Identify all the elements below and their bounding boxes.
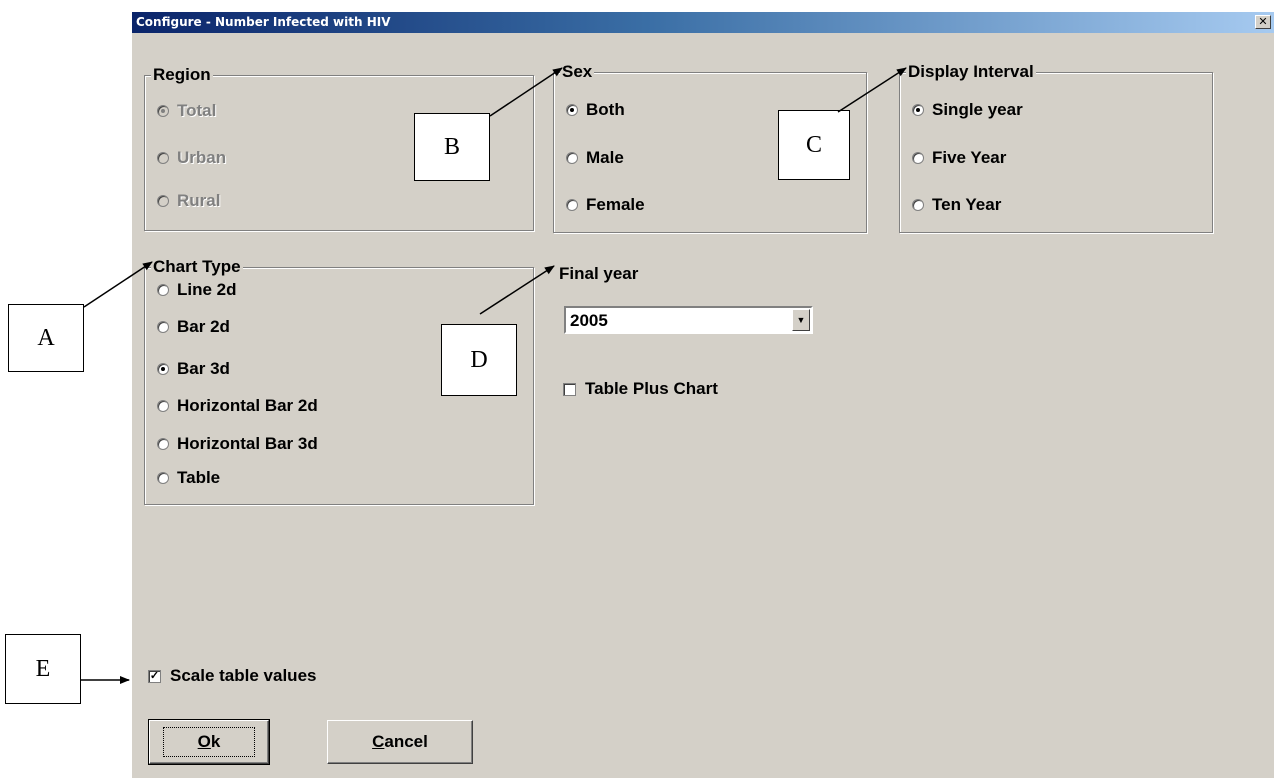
chevron-down-icon[interactable]: ▼ xyxy=(792,309,810,331)
radio-region-rural[interactable]: Rural xyxy=(157,190,220,212)
radio-button-icon xyxy=(566,104,578,116)
radio-button-icon xyxy=(566,152,578,164)
region-group-title: Region xyxy=(151,65,213,84)
checkbox-label: Table Plus Chart xyxy=(585,379,718,398)
callout-a: A xyxy=(8,304,84,372)
radio-interval-five-year[interactable]: Five Year xyxy=(912,147,1006,169)
final-year-value: 2005 xyxy=(570,311,608,330)
radio-button-icon xyxy=(157,321,169,333)
radio-label: Bar 3d xyxy=(177,359,230,378)
radio-chart-line-2d[interactable]: Line 2d xyxy=(157,279,237,301)
window-title: Configure - Number Infected with HIV xyxy=(136,15,391,29)
close-icon: ✕ xyxy=(1258,15,1268,28)
dropdown-arrow-glyph: ▼ xyxy=(796,315,806,325)
radio-chart-horizontal-bar-2d[interactable]: Horizontal Bar 2d xyxy=(157,395,318,417)
radio-chart-table[interactable]: Table xyxy=(157,467,220,489)
radio-region-urban[interactable]: Urban xyxy=(157,147,226,169)
radio-label: Rural xyxy=(177,191,221,210)
radio-region-total[interactable]: Total xyxy=(157,100,216,122)
radio-button-icon xyxy=(157,284,169,296)
radio-label: Both xyxy=(586,100,625,119)
checkbox-box-icon xyxy=(563,382,576,396)
radio-button-icon xyxy=(157,195,169,207)
radio-label: Urban xyxy=(177,148,227,167)
checkmark-icon: ✓ xyxy=(148,669,161,683)
ok-mnemonic: O xyxy=(197,732,211,751)
title-bar[interactable]: Configure - Number Infected with HIV ✕ xyxy=(132,12,1274,33)
radio-button-icon xyxy=(157,363,169,375)
radio-label: Total xyxy=(177,101,217,120)
radio-sex-both[interactable]: Both xyxy=(566,99,625,121)
checkbox-label: Scale table values xyxy=(170,666,317,685)
radio-sex-female[interactable]: Female xyxy=(566,194,645,216)
radio-label: Line 2d xyxy=(177,280,237,299)
table-plus-chart-checkbox[interactable]: Table Plus Chart xyxy=(563,379,718,399)
radio-label: Horizontal Bar 2d xyxy=(177,396,318,415)
radio-button-icon xyxy=(157,438,169,450)
final-year-label: Final year xyxy=(559,264,639,283)
chart-type-group-title: Chart Type xyxy=(151,257,243,276)
cancel-mnemonic: C xyxy=(372,732,385,751)
callout-e: E xyxy=(5,634,81,704)
radio-button-icon xyxy=(157,105,169,117)
radio-label: Horizontal Bar 3d xyxy=(177,434,318,453)
radio-chart-bar-3d[interactable]: Bar 3d xyxy=(157,358,230,380)
radio-button-icon xyxy=(157,400,169,412)
close-button[interactable]: ✕ xyxy=(1255,15,1271,29)
final-year-dropdown[interactable]: 2005 ▼ xyxy=(564,306,813,334)
radio-interval-single-year[interactable]: Single year xyxy=(912,99,1023,121)
radio-label: Five Year xyxy=(932,148,1007,167)
radio-label: Single year xyxy=(932,100,1023,119)
radio-button-icon xyxy=(912,199,924,211)
radio-chart-bar-2d[interactable]: Bar 2d xyxy=(157,316,230,338)
radio-label: Male xyxy=(586,148,624,167)
cancel-button[interactable]: Cancel xyxy=(327,720,473,764)
radio-button-icon xyxy=(912,152,924,164)
cancel-label-rest: ancel xyxy=(384,732,428,751)
callout-c: C xyxy=(778,110,850,180)
sex-group-title: Sex xyxy=(560,62,595,81)
radio-label: Table xyxy=(177,468,221,487)
ok-label-rest: k xyxy=(210,732,221,751)
radio-label: Female xyxy=(586,195,645,214)
radio-button-icon xyxy=(566,199,578,211)
radio-button-icon xyxy=(157,472,169,484)
focus-rect: Ok xyxy=(162,727,256,757)
radio-sex-male[interactable]: Male xyxy=(566,147,624,169)
radio-button-icon xyxy=(157,152,169,164)
radio-interval-ten-year[interactable]: Ten Year xyxy=(912,194,1001,216)
scale-table-values-checkbox[interactable]: ✓ Scale table values xyxy=(148,666,316,686)
radio-button-icon xyxy=(912,104,924,116)
callout-b: B xyxy=(414,113,490,181)
ok-button[interactable]: Ok xyxy=(148,719,270,765)
display-interval-group: Display Interval Single year Five Year T… xyxy=(899,63,1213,233)
callout-d: D xyxy=(441,324,517,396)
radio-label: Ten Year xyxy=(932,195,1002,214)
radio-label: Bar 2d xyxy=(177,317,230,336)
radio-chart-horizontal-bar-3d[interactable]: Horizontal Bar 3d xyxy=(157,433,318,455)
display-interval-group-title: Display Interval xyxy=(906,62,1036,81)
